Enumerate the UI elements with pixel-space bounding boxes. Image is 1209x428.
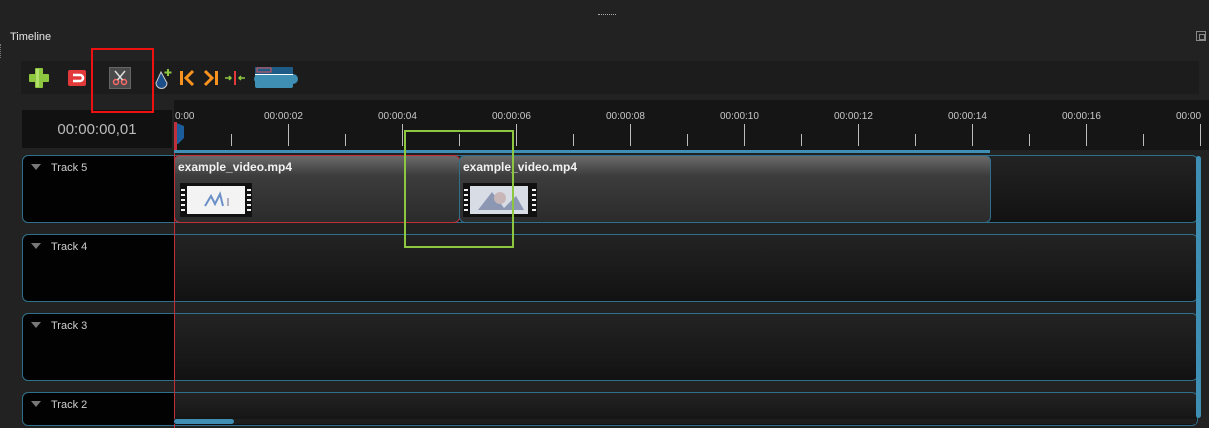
ruler-tick-label: 00:00:14 [948,111,987,122]
timeline-range-bar [174,150,990,153]
ruler-tick-label: 00:00:02 [264,111,303,122]
ruler-tick [288,124,289,146]
clip-thumbnail [180,183,252,217]
razor-highlight-box [91,48,154,113]
snapping-button[interactable] [65,61,89,94]
track-label: Track 3 [51,320,88,332]
ruler-tick [972,124,973,146]
panel-grip[interactable] [0,44,5,58]
center-icon [225,70,245,85]
marker-add-icon [155,68,172,89]
timeline-ruler[interactable] [174,100,1209,152]
video-thumbnail-image [187,186,245,214]
ruler-tick [744,124,745,146]
timecode-display: 00:00:00,01 [22,110,172,148]
previous-marker-button[interactable] [177,61,197,94]
track-header[interactable]: Track 2 [23,393,174,425]
zoom-slider[interactable] [253,61,301,94]
ruler-minor-tick [801,134,802,146]
ruler-tick [1200,124,1201,146]
ruler-tick-label: 00:00:08 [606,111,645,122]
panel-title: Timeline [10,31,52,43]
track-row-3[interactable]: Track 3 [22,313,1198,381]
plus-icon [29,67,49,88]
zoom-slider-icon [254,66,298,88]
ruler-minor-tick [687,134,688,146]
ruler-minor-tick [1029,134,1030,146]
next-marker-button[interactable] [201,61,221,94]
jump-start-icon [180,69,195,86]
ruler-minor-tick [573,134,574,146]
track-row-4[interactable]: Track 4 [22,234,1198,302]
ruler-tick-label: 00:00:06 [492,111,531,122]
track-header[interactable]: Track 5 [23,156,174,222]
horizontal-scrollbar-track[interactable] [174,419,1196,424]
track-header[interactable]: Track 4 [23,235,174,301]
track-label: Track 4 [51,241,88,253]
playhead-marker-icon[interactable] [174,120,188,154]
ruler-tick [630,124,631,146]
ruler-tick-label: 00:00 [1176,111,1202,122]
collapse-caret-icon[interactable] [31,164,41,170]
timeline-toolbar [21,61,1199,94]
ruler-tick-label: 0:00 [175,111,195,122]
ruler-tick [1086,124,1087,146]
add-track-button[interactable] [27,61,51,94]
center-playhead-button[interactable] [224,61,246,94]
cut-point-highlight-box [404,130,514,248]
video-clip[interactable]: example_video.mp4 [459,155,991,223]
collapse-caret-icon[interactable] [31,401,41,407]
ruler-minor-tick [915,134,916,146]
ruler-minor-tick [345,134,346,146]
clip-title: example_video.mp4 [178,160,293,174]
horizontal-scrollbar-thumb[interactable] [174,419,234,424]
playhead-line[interactable] [174,153,175,428]
ruler-tick-label: 00:00:16 [1062,111,1101,122]
ruler-tick-label: 00:00:10 [720,111,759,122]
collapse-caret-icon[interactable] [31,243,41,249]
ruler-tick [402,124,403,146]
track-label: Track 5 [51,162,88,174]
ruler-tick-label: 00:00:12 [834,111,873,122]
ruler-minor-tick [231,134,232,146]
jump-end-icon [203,69,218,86]
ruler-minor-tick [1143,134,1144,146]
ruler-tick [858,124,859,146]
magnet-icon [68,69,86,86]
track-label: Track 2 [51,399,88,411]
collapse-caret-icon[interactable] [31,322,41,328]
panel-drag-handle[interactable] [598,14,616,15]
float-panel-button[interactable] [1196,31,1206,41]
add-marker-button[interactable] [152,61,174,94]
track-header[interactable]: Track 3 [23,314,174,380]
ruler-tick-label: 00:00:04 [378,111,417,122]
vertical-scrollbar[interactable] [1196,156,1201,418]
ruler-tick [516,124,517,146]
